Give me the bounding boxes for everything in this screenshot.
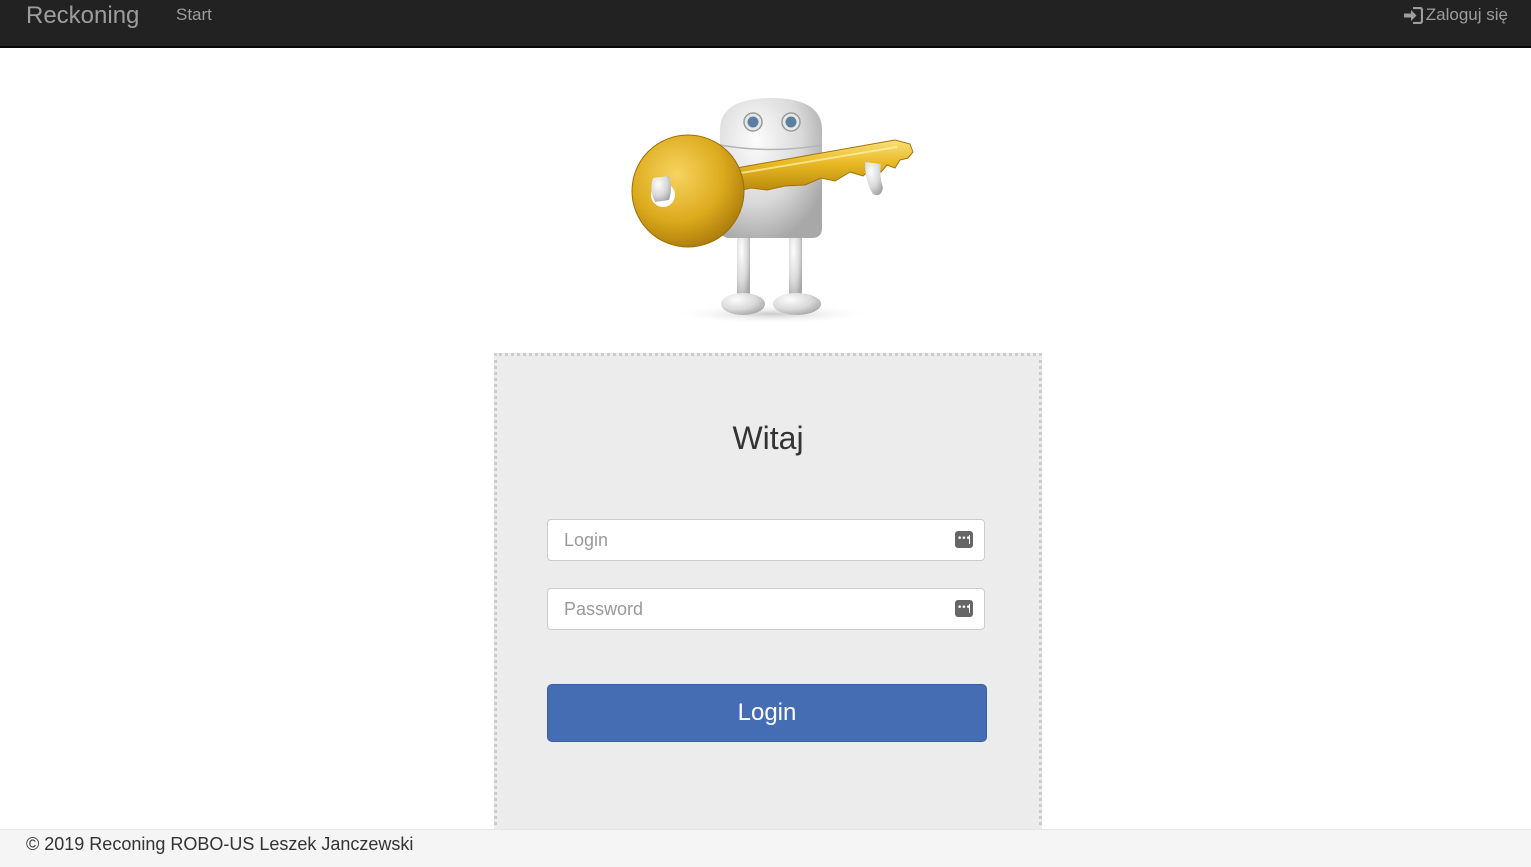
login-input[interactable]: [548, 520, 984, 560]
welcome-heading: Witaj: [732, 420, 804, 456]
password-field[interactable]: •••: [547, 588, 985, 630]
log-in-icon: [1403, 6, 1423, 24]
nav-start-link[interactable]: Start: [176, 5, 212, 25]
password-manager-icon[interactable]: •••: [955, 531, 973, 548]
login-button[interactable]: Login: [547, 684, 987, 742]
footer: © 2019 Reconing ROBO-US Leszek Janczewsk…: [0, 829, 1531, 867]
login-field[interactable]: •••: [547, 519, 985, 561]
copyright-text: © 2019 Reconing ROBO-US Leszek Janczewsk…: [26, 834, 414, 854]
nav-login-link[interactable]: Zaloguj się: [1403, 4, 1508, 26]
password-manager-icon[interactable]: •••: [955, 600, 973, 617]
top-navbar: Reckoning Start Zaloguj się: [0, 0, 1531, 48]
password-input[interactable]: [548, 589, 984, 629]
nav-login-label: Zaloguj się: [1425, 5, 1508, 24]
login-panel: Witaj ••• ••• Login: [494, 353, 1042, 832]
brand-link[interactable]: Reckoning: [26, 2, 139, 30]
robot-key-illustration: [631, 98, 914, 324]
